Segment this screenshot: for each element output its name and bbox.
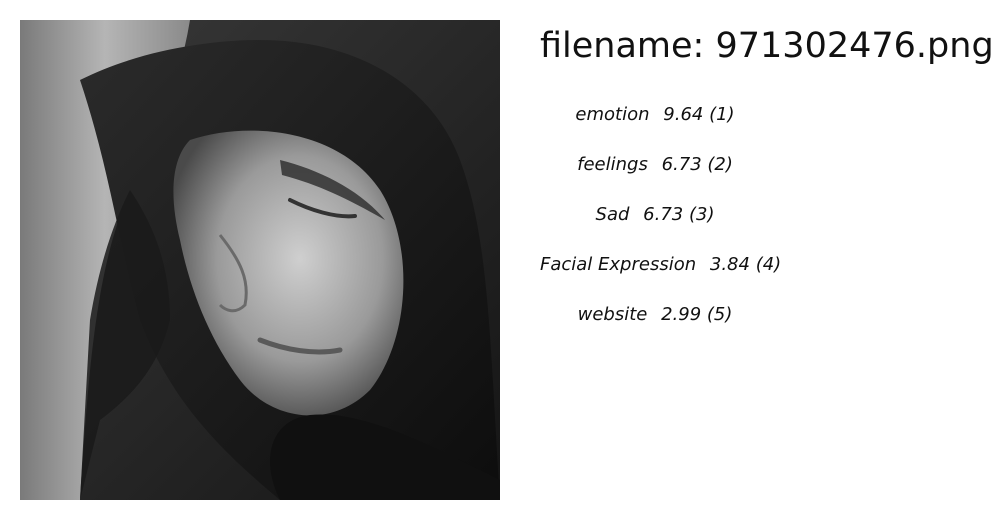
- photo-image: [20, 20, 500, 500]
- photo: [20, 20, 500, 500]
- tag-entry: emotion 9.64 (1): [540, 96, 770, 134]
- filename-label: filename:: [540, 26, 705, 66]
- tag-rank: (2): [707, 154, 733, 175]
- tag-entry: Sad 6.73 (3): [540, 196, 770, 234]
- tag-entry: website 2.99 (5): [540, 296, 770, 334]
- tag-label: Facial Expression: [540, 254, 697, 275]
- tag-score: 6.73: [643, 204, 684, 225]
- tag-score: 3.84: [709, 254, 750, 275]
- tag-item: Sad 6.73 (3): [540, 196, 980, 246]
- tag-label: Sad: [595, 204, 630, 225]
- tag-label: feelings: [577, 154, 648, 175]
- tag-entry: Facial Expression 3.84 (4): [540, 246, 781, 284]
- tag-entry: feelings 6.73 (2): [540, 146, 770, 184]
- tag-score: 6.73: [661, 154, 702, 175]
- tag-score: 9.64: [663, 104, 704, 125]
- filename-value: 971302476.png: [715, 26, 994, 66]
- tag-label: emotion: [575, 104, 650, 125]
- tag-item: emotion 9.64 (1): [540, 96, 980, 146]
- filename-heading: filename: 971302476.png: [540, 22, 994, 70]
- tag-rank: (3): [688, 204, 715, 225]
- tag-rank: (4): [755, 254, 782, 275]
- tag-item: Facial Expression 3.84 (4): [540, 246, 980, 296]
- tag-score: 2.99: [661, 304, 702, 325]
- tag-list: emotion 9.64 (1) feelings 6.73 (2) Sad 6…: [540, 96, 980, 346]
- tag-item: feelings 6.73 (2): [540, 146, 980, 196]
- tag-label: website: [577, 304, 648, 325]
- tag-item: website 2.99 (5): [540, 296, 980, 346]
- tag-rank: (5): [706, 304, 733, 325]
- tag-rank: (1): [709, 104, 735, 125]
